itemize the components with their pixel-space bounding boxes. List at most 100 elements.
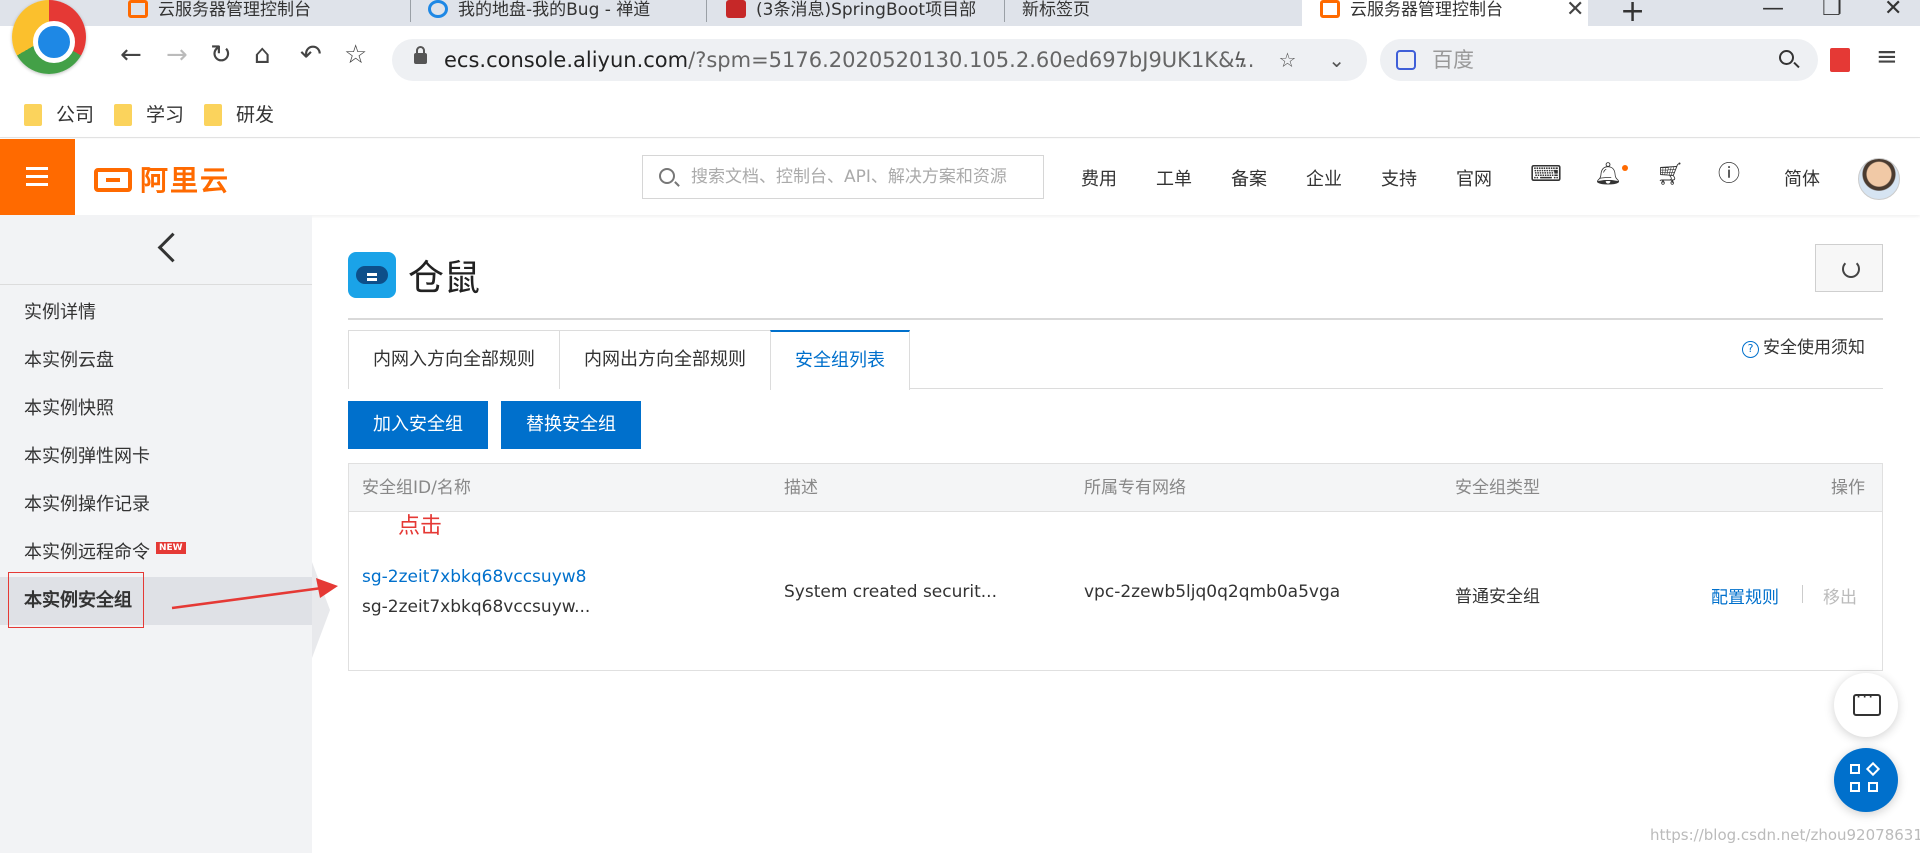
sidebar-item-eni[interactable]: 本实例弹性网卡 bbox=[0, 433, 312, 481]
tab-divider bbox=[410, 0, 411, 22]
security-group-type: 普通安全组 bbox=[1455, 587, 1540, 607]
annotation-highlight-box bbox=[8, 572, 144, 628]
notification-dot bbox=[1622, 165, 1628, 171]
nav-official-site[interactable]: 官网 bbox=[1456, 165, 1492, 191]
menu-bar-line bbox=[26, 167, 48, 170]
new-badge: NEW bbox=[156, 542, 186, 554]
configure-rules-link[interactable]: 配置规则 bbox=[1711, 583, 1779, 608]
terminal-icon[interactable]: ⌨ bbox=[1530, 163, 1562, 187]
bookmark-folder[interactable]: 学习 bbox=[114, 102, 184, 128]
nav-billing[interactable]: 费用 bbox=[1081, 165, 1117, 191]
main-content: 仓鼠 内网入方向全部规则 内网出方向全部规则 安全组列表 ? 安全使用须知 加入安… bbox=[312, 215, 1920, 853]
search-icon[interactable] bbox=[1779, 50, 1794, 65]
browser-tab-2[interactable]: 我的地盘-我的Bug - 禅道 bbox=[428, 0, 696, 22]
sidebar-item-label: 本实例弹性网卡 bbox=[24, 446, 150, 467]
url-host: ecs.console.aliyun.com bbox=[444, 48, 689, 72]
browser-tab-3[interactable]: (3条消息)SpringBoot项目部 bbox=[726, 0, 988, 22]
bookmark-star-icon[interactable]: ☆ bbox=[1279, 48, 1297, 72]
sidebar-item-label: 本实例远程命令 bbox=[24, 542, 150, 563]
grid-cell bbox=[1865, 761, 1881, 777]
browser-tab-title: 云服务器管理控制台 bbox=[158, 0, 311, 20]
address-bar[interactable]: ecs.console.aliyun.com/?spm=5176.2020520… bbox=[392, 39, 1367, 81]
column-header-actions: 操作 bbox=[1831, 478, 1865, 498]
tab-security-group-list[interactable]: 安全组列表 bbox=[770, 330, 910, 390]
forward-icon[interactable]: → bbox=[166, 40, 188, 70]
aliyun-tab-icon bbox=[128, 0, 148, 18]
collapse-sidebar-button[interactable] bbox=[0, 215, 312, 285]
security-notice-link[interactable]: ? 安全使用须知 bbox=[1742, 333, 1865, 358]
browser-tab-1[interactable]: 云服务器管理控制台 bbox=[128, 0, 408, 22]
sidebar-item-label: 本实例操作记录 bbox=[24, 494, 150, 515]
tab-outbound-rules[interactable]: 内网出方向全部规则 bbox=[559, 330, 771, 389]
browser-tab-title: 新标签页 bbox=[1022, 0, 1090, 20]
sidebar-item-remote-command[interactable]: 本实例远程命令 NEW bbox=[0, 529, 312, 577]
notice-label: 安全使用须知 bbox=[1763, 338, 1865, 358]
watermark: https://blog.csdn.net/zhou920786312 bbox=[1650, 826, 1920, 844]
reload-icon[interactable]: ↻ bbox=[210, 40, 232, 70]
sidebar-item-instance-details[interactable]: 实例详情 bbox=[0, 289, 312, 337]
bookmark-folder[interactable]: 研发 bbox=[204, 102, 274, 128]
help-icon[interactable]: ⓘ bbox=[1718, 163, 1740, 187]
menu-icon[interactable]: ≡ bbox=[1876, 42, 1898, 72]
browser-logo-icon bbox=[12, 0, 86, 74]
replace-security-group-button[interactable]: 替换安全组 bbox=[501, 401, 641, 449]
undo-icon[interactable]: ↶ bbox=[300, 40, 322, 70]
column-header-desc: 描述 bbox=[784, 478, 818, 498]
star-icon[interactable]: ☆ bbox=[344, 40, 367, 70]
console-search-input[interactable]: 搜索文档、控制台、API、解决方案和资源 bbox=[642, 155, 1044, 199]
lightning-icon[interactable]: ϟ bbox=[1234, 48, 1247, 72]
search-engine-bar[interactable]: 百度 bbox=[1380, 39, 1818, 81]
pdf-icon[interactable] bbox=[1830, 48, 1850, 72]
security-group-name: sg-2zeit7xbkq68vccsuyw... bbox=[362, 597, 591, 617]
cart-icon[interactable]: 🛒︎ bbox=[1656, 163, 1684, 187]
column-header-type: 安全组类型 bbox=[1455, 478, 1540, 498]
bookmark-label: 学习 bbox=[146, 104, 185, 126]
security-group-id-link[interactable]: sg-2zeit7xbkq68vccsuyw8 bbox=[362, 567, 586, 587]
security-group-description: System created securit... bbox=[784, 582, 997, 602]
chat-button[interactable] bbox=[1834, 673, 1898, 737]
browser-tab-4[interactable]: 新标签页 bbox=[1022, 0, 1262, 22]
minimize-icon[interactable]: — bbox=[1762, 0, 1784, 21]
nav-support[interactable]: 支持 bbox=[1381, 165, 1417, 191]
bookmark-label: 公司 bbox=[56, 104, 95, 126]
sidebar: 实例详情 本实例云盘 本实例快照 本实例弹性网卡 本实例操作记录 本实例远程命令… bbox=[0, 215, 312, 853]
sidebar-item-snapshots[interactable]: 本实例快照 bbox=[0, 385, 312, 433]
nav-tickets[interactable]: 工单 bbox=[1156, 165, 1192, 191]
language-switch[interactable]: 简体 bbox=[1784, 165, 1820, 191]
user-avatar[interactable] bbox=[1858, 158, 1900, 200]
nav-enterprise[interactable]: 企业 bbox=[1306, 165, 1342, 191]
remove-link[interactable]: 移出 bbox=[1823, 583, 1857, 608]
close-tab-icon[interactable]: ✕ bbox=[1566, 0, 1584, 22]
bell-icon[interactable]: 🔔︎ bbox=[1594, 163, 1622, 187]
baidu-icon bbox=[1396, 50, 1416, 70]
aliyun-logo[interactable]: 阿里云 bbox=[94, 159, 230, 199]
annotation-click-label: 点击 bbox=[398, 514, 443, 539]
bookmarks-bar: 公司 学习 研发 bbox=[0, 94, 1920, 138]
home-icon[interactable]: ⌂ bbox=[254, 40, 271, 70]
browser-tab-5-active[interactable]: 云服务器管理控制台 bbox=[1302, 0, 1588, 26]
sidebar-item-operation-log[interactable]: 本实例操作记录 bbox=[0, 481, 312, 529]
browser-tab-title: 云服务器管理控制台 bbox=[1350, 0, 1503, 20]
column-header-id: 安全组ID/名称 bbox=[362, 478, 471, 498]
tab-divider bbox=[706, 0, 707, 22]
title-divider bbox=[348, 318, 1883, 320]
join-security-group-button[interactable]: 加入安全组 bbox=[348, 401, 488, 449]
window-close-icon[interactable]: ✕ bbox=[1884, 0, 1902, 21]
nav-icp[interactable]: 备案 bbox=[1231, 165, 1267, 191]
hamburger-menu-button[interactable] bbox=[0, 139, 75, 215]
restore-icon[interactable]: ❐ bbox=[1822, 0, 1842, 21]
refresh-button[interactable] bbox=[1815, 244, 1883, 292]
grid-cell bbox=[1868, 782, 1878, 792]
tab-inbound-rules[interactable]: 内网入方向全部规则 bbox=[348, 330, 560, 389]
new-tab-icon[interactable]: + bbox=[1620, 0, 1645, 29]
bookmark-folder[interactable]: 公司 bbox=[24, 102, 94, 128]
grid-cell bbox=[1850, 782, 1860, 792]
sidebar-item-disks[interactable]: 本实例云盘 bbox=[0, 337, 312, 385]
back-icon[interactable]: ← bbox=[120, 40, 142, 70]
lock-icon bbox=[414, 46, 427, 64]
url-path: /?spm=5176.2020520130.105.2.60ed697bJ9UK… bbox=[688, 48, 1255, 72]
action-separator bbox=[1802, 585, 1803, 603]
apps-grid-button[interactable] bbox=[1834, 748, 1898, 812]
console-header: 阿里云 搜索文档、控制台、API、解决方案和资源 费用 工单 备案 企业 支持 … bbox=[0, 139, 1920, 215]
chevron-down-icon[interactable]: ⌄ bbox=[1328, 48, 1345, 72]
